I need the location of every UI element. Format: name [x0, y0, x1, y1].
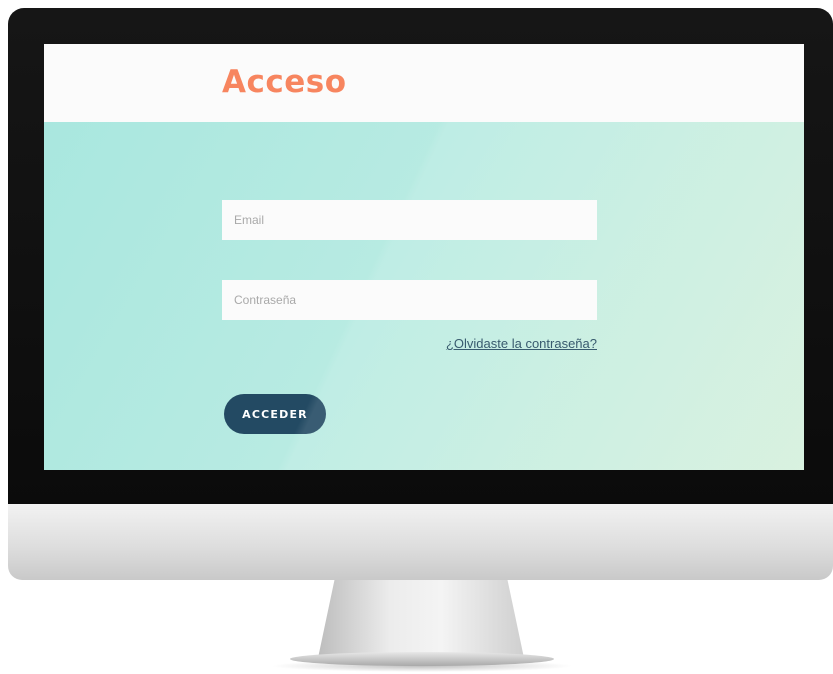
monitor-stand	[318, 580, 524, 658]
login-button[interactable]: ACCEDER	[224, 394, 326, 434]
password-input[interactable]	[222, 280, 597, 320]
monitor-chin	[8, 504, 833, 580]
screen: Acceso ¿Olvidaste la contraseña? ACCEDER	[44, 44, 804, 470]
page-title: Acceso	[222, 64, 347, 100]
email-input[interactable]	[222, 200, 597, 240]
app-header: Acceso	[44, 44, 804, 122]
monitor-foot	[290, 652, 554, 666]
forgot-password-link[interactable]: ¿Olvidaste la contraseña?	[446, 336, 597, 351]
monitor-mockup: Acceso ¿Olvidaste la contraseña? ACCEDER	[0, 0, 833, 674]
